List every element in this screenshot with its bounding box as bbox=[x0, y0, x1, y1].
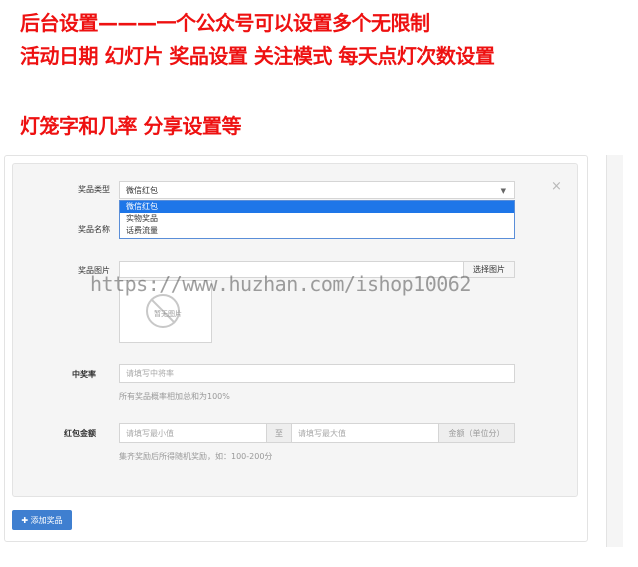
prize-type-label: 奖品类型 bbox=[78, 185, 110, 194]
watermark-url: https://www.huzhan.com/ishop10062 bbox=[90, 272, 471, 296]
win-rate-hint: 所有奖品概率相加总和为100% bbox=[119, 392, 230, 401]
min-value-placeholder: 请填写最小值 bbox=[126, 428, 174, 438]
chevron-down-icon: ▼ bbox=[500, 187, 506, 195]
prize-type-select[interactable]: 微信红包 ▼ bbox=[119, 181, 515, 199]
right-scroll-strip bbox=[606, 155, 623, 547]
prize-name-label: 奖品名称 bbox=[78, 225, 110, 234]
dropdown-option-red-packet[interactable]: 微信红包 bbox=[120, 201, 514, 213]
red-packet-hint: 集齐奖励后所得随机奖励，如：100-200分 bbox=[119, 452, 273, 461]
red-packet-min-input[interactable]: 请填写最小值 bbox=[119, 423, 267, 443]
win-rate-label: 中奖率 bbox=[72, 370, 96, 379]
range-separator: 至 bbox=[266, 423, 292, 443]
red-packet-max-input[interactable]: 请填写最大值 bbox=[291, 423, 439, 443]
no-image-text: 暂无图片 bbox=[154, 310, 182, 318]
add-prize-button[interactable]: ✚ 添加奖品 bbox=[12, 510, 72, 530]
red-packet-amount-label: 红包金额 bbox=[64, 429, 96, 438]
amount-unit-addon: 金额（单位分） bbox=[438, 423, 515, 443]
max-value-placeholder: 请填写最大值 bbox=[298, 428, 346, 438]
prize-type-value: 微信红包 bbox=[126, 185, 158, 195]
headline-more-features: 灯笼字和几率 分享设置等 bbox=[20, 114, 241, 138]
dropdown-option-physical-prize[interactable]: 实物奖品 bbox=[120, 213, 514, 225]
prize-type-dropdown: 微信红包 实物奖品 话费流量 bbox=[119, 200, 515, 239]
close-icon[interactable]: × bbox=[551, 179, 562, 194]
win-rate-input[interactable]: 请填写中将率 bbox=[119, 364, 515, 383]
headline-features: 活动日期 幻灯片 奖品设置 关注模式 每天点灯次数设置 bbox=[20, 44, 495, 68]
headline-settings: 后台设置———一个公众号可以设置多个无限制 bbox=[20, 11, 430, 35]
win-rate-placeholder: 请填写中将率 bbox=[126, 369, 174, 378]
dropdown-option-phone-credit[interactable]: 话费流量 bbox=[120, 225, 514, 237]
